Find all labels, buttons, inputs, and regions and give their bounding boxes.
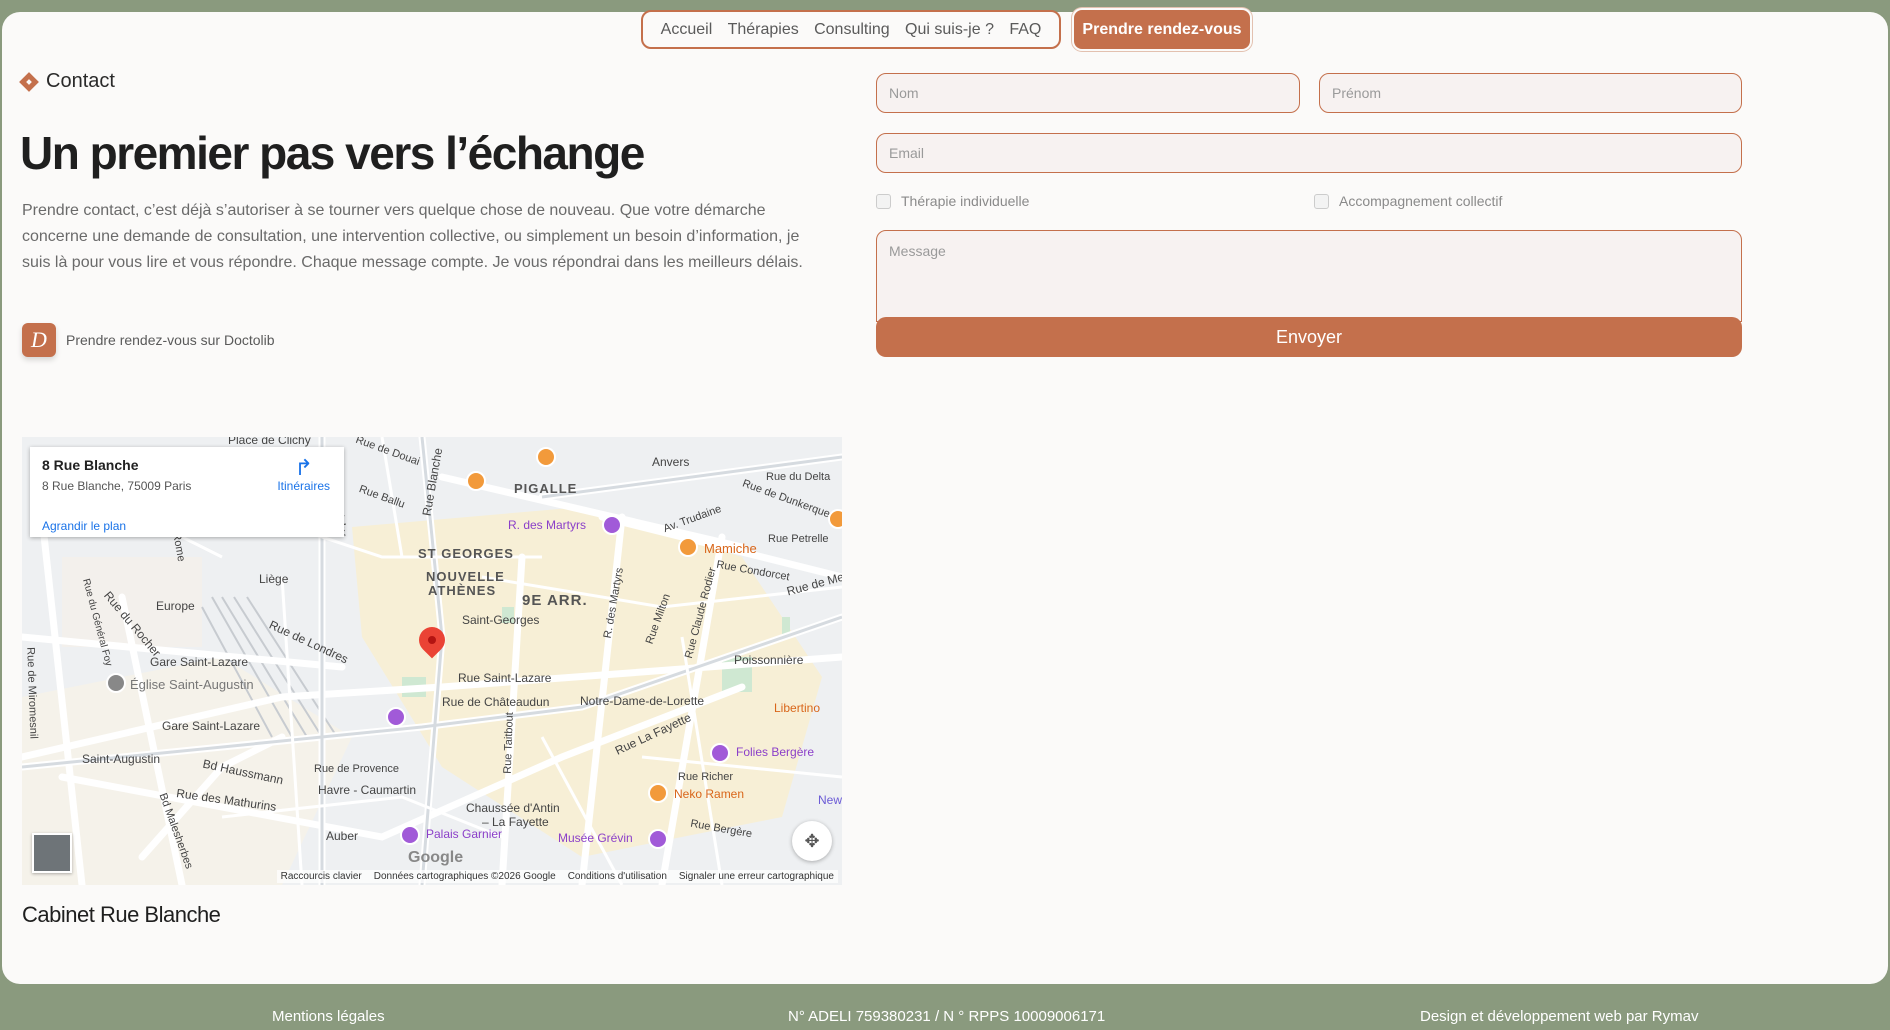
main-nav: Accueil Thérapies Consulting Qui suis-je… xyxy=(641,10,1061,49)
map-label: Poissonnière xyxy=(734,653,804,667)
map-label: R. des Martyrs xyxy=(508,518,587,532)
map-label: PIGALLE xyxy=(514,481,578,496)
prenom-field[interactable] xyxy=(1319,73,1742,113)
embedded-map[interactable]: PIGALLE ST GEORGES NOUVELLE ATHÈNES 9E A… xyxy=(22,437,842,885)
page-title: Un premier pas vers l’échange xyxy=(20,127,645,179)
diamond-icon xyxy=(19,71,39,92)
directions-button[interactable]: ↱ Itinéraires xyxy=(277,455,330,494)
map-label: Saint-Georges xyxy=(462,613,540,627)
google-logo: Google xyxy=(408,849,464,866)
map-place-card: 8 Rue Blanche 8 Rue Blanche, 75009 Paris… xyxy=(30,447,344,537)
map-label: Chaussée d'Antin xyxy=(466,801,560,815)
keyboard-shortcuts-link[interactable]: Raccourcis clavier xyxy=(281,871,362,882)
book-appointment-button[interactable]: Prendre rendez-vous xyxy=(1074,10,1250,49)
map-data-credit: Données cartographiques ©2026 Google xyxy=(373,871,556,882)
map-label: 9E ARR. xyxy=(522,592,588,609)
map-label: NOUVELLE xyxy=(426,569,505,584)
map-label: Anvers xyxy=(652,455,690,469)
nav-therapies[interactable]: Thérapies xyxy=(728,21,799,39)
map-label: Place de Clichy xyxy=(228,437,311,447)
directions-icon: ↱ xyxy=(294,455,313,480)
map-label: Église Saint-Augustin xyxy=(130,677,254,692)
map-label: Europe xyxy=(156,599,195,613)
shopping-icon[interactable] xyxy=(602,515,622,535)
doctolib-link[interactable]: D Prendre rendez-vous sur Doctolib xyxy=(22,323,275,357)
fullscreen-icon[interactable]: ✥ xyxy=(792,821,832,861)
map-label: Gare Saint-Lazare xyxy=(150,655,249,669)
map-label: Rue Taitbout xyxy=(501,712,516,774)
registration-numbers: N° ADELI 759380231 / N ° RPPS 1000900617… xyxy=(788,1008,1106,1025)
map-label: Rue de Provence xyxy=(314,763,399,775)
terms-link[interactable]: Conditions d'utilisation xyxy=(568,871,667,882)
restaurant-icon[interactable] xyxy=(828,509,842,529)
map-label: Saint-Augustin xyxy=(82,752,161,766)
nav-consulting[interactable]: Consulting xyxy=(814,21,890,39)
map-label: Rue Richer xyxy=(678,771,734,783)
bakery-icon[interactable] xyxy=(678,537,698,557)
map-label: New xyxy=(818,793,842,807)
map-label: Gare Saint-Lazare xyxy=(162,719,261,733)
nav-faq[interactable]: FAQ xyxy=(1009,21,1041,39)
map-label: Rue du Delta xyxy=(766,471,831,483)
map-label: Neko Ramen xyxy=(674,787,745,801)
map-label: Auber xyxy=(326,829,359,843)
map-label: Liège xyxy=(259,572,289,586)
restaurant-icon[interactable] xyxy=(466,471,486,491)
music-icon[interactable] xyxy=(400,825,420,845)
cabinet-title: Cabinet Rue Blanche xyxy=(22,902,221,927)
nom-field[interactable] xyxy=(876,73,1300,113)
email-field[interactable] xyxy=(876,133,1742,173)
checkbox[interactable] xyxy=(1314,193,1329,209)
map-label: ATHÈNES xyxy=(428,583,497,598)
nav-accueil[interactable]: Accueil xyxy=(661,21,713,39)
restaurant-icon[interactable] xyxy=(648,783,668,803)
doctolib-label: Prendre rendez-vous sur Doctolib xyxy=(66,332,275,348)
option-accompagnement-collectif[interactable]: Accompagnement collectif xyxy=(1314,193,1502,209)
map-label: Rue de Châteaudun xyxy=(442,695,550,709)
enlarge-map-link[interactable]: Agrandir le plan xyxy=(42,519,126,533)
theater-icon[interactable] xyxy=(710,743,730,763)
option-therapie-individuelle[interactable]: Thérapie individuelle xyxy=(876,193,1029,209)
legal-link[interactable]: Mentions légales xyxy=(272,1008,385,1025)
satellite-toggle[interactable] xyxy=(32,833,72,873)
map-label: Notre-Dame-de-Lorette xyxy=(580,694,705,708)
map-label: Folies Bergère xyxy=(736,745,815,759)
eyebrow-label: Contact xyxy=(46,70,115,92)
map-label: Havre - Caumartin xyxy=(318,783,417,797)
doctolib-icon: D xyxy=(22,323,56,357)
shopping-icon[interactable] xyxy=(386,707,406,727)
church-icon[interactable] xyxy=(106,673,126,693)
checkbox[interactable] xyxy=(876,193,891,209)
option-label: Thérapie individuelle xyxy=(901,193,1030,209)
option-label: Accompagnement collectif xyxy=(1339,193,1503,209)
map-label: Musée Grévin xyxy=(558,831,633,845)
credit-link[interactable]: Design et développement web par Rymav xyxy=(1420,1008,1698,1025)
map-label: ST GEORGES xyxy=(418,546,514,561)
map-label: Rue Petrelle xyxy=(768,533,829,545)
museum-icon[interactable] xyxy=(648,829,668,849)
intro-text: Prendre contact, c’est déjà s’autoriser … xyxy=(22,202,803,271)
restaurant-icon[interactable] xyxy=(536,447,556,467)
submit-button[interactable]: Envoyer xyxy=(876,317,1742,357)
report-error-link[interactable]: Signaler une erreur cartographique xyxy=(679,871,834,882)
map-label: Rue Saint-Lazare xyxy=(458,671,552,685)
map-label: Libertino xyxy=(774,701,821,715)
directions-label: Itinéraires xyxy=(277,479,330,493)
map-label: Palais Garnier xyxy=(426,827,503,841)
message-field[interactable] xyxy=(876,230,1742,322)
footer: Mentions légales N° ADELI 759380231 / N … xyxy=(0,994,1890,1030)
map-label: Mamiche xyxy=(704,541,757,556)
map-attribution: Raccourcis clavier Données cartographiqu… xyxy=(276,870,838,883)
section-eyebrow: Contact xyxy=(19,70,115,93)
nav-qui-suis-je[interactable]: Qui suis-je ? xyxy=(905,21,994,39)
